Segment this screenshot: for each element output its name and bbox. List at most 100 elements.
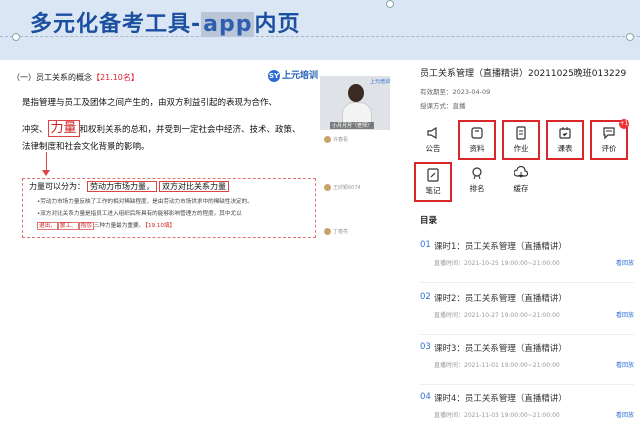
materials-icon	[471, 127, 483, 139]
slide-title: 多元化备考工具-app内页	[30, 6, 301, 38]
notes-icon	[427, 168, 439, 182]
divider	[420, 282, 634, 283]
bullet-relative-power: •双方对比关系力量是指员工进入组织后所具有的能够影响管理方的程度。其中尤以	[37, 211, 242, 217]
tool-label: 排名	[469, 184, 485, 193]
chat-item: 丁春亮	[324, 228, 348, 235]
tool-label: 作业	[513, 144, 529, 153]
announcement-icon	[427, 126, 437, 140]
tool-label: 评价	[601, 144, 617, 153]
brand-logo: SY 上元培训	[268, 68, 318, 82]
box-tag-labor-market: 劳动力市场力量，	[87, 181, 157, 192]
divider	[420, 384, 634, 385]
replay-button[interactable]: 看回放	[616, 360, 634, 369]
course-mode: 授课方式：直播	[420, 100, 466, 110]
tool-materials[interactable]: 资料	[458, 120, 496, 160]
slide-title-prefix: 多元化备考工具-	[30, 12, 202, 37]
lesson-time: 直播时间：2021-11-03 19:00:00~21:00:00	[434, 412, 560, 419]
review-icon	[603, 127, 615, 140]
homework-icon	[516, 126, 526, 140]
keyword-power: 力量	[47, 120, 80, 137]
tool-schedule[interactable]: 课表	[546, 120, 584, 160]
lesson-time: 直播时间：2021-10-25 19:00:00~21:00:00	[434, 260, 560, 267]
lesson-name: 课时4：员工关系管理（直播精讲）	[434, 394, 567, 404]
box-title-text: 力量可以分为：	[29, 182, 85, 191]
tool-announcement[interactable]: 公告	[414, 122, 452, 162]
teacher-camera[interactable]: 上元培训 小月月月（老师）	[320, 76, 390, 130]
tool-label: 笔记	[425, 186, 441, 195]
definition-text: 冲突、	[22, 125, 48, 135]
bullet-key-powers: 退出、 罢工、 抱怨 三种力量最为重要。【19.10填】	[37, 221, 176, 230]
mode-label: 授课方式：	[420, 102, 453, 110]
review-badge: +1	[619, 119, 629, 129]
lesson-item[interactable]: 01 课时1：员工关系管理（直播精讲） 直播时间：2021-10-25 19:0…	[420, 240, 636, 280]
power-types-title: 力量可以分为： 劳动力市场力量， 双方对比关系力量	[29, 181, 229, 192]
slide-header: 多元化备考工具-app内页	[0, 0, 640, 60]
lesson-item[interactable]: 03 课时3：员工关系管理（直播精讲） 直播时间：2021-11-01 19:0…	[420, 342, 636, 382]
definition-line-2: 冲突、 力量 和权利关系的总和，并受到一定社会中经济、技术、政策、	[22, 117, 301, 137]
mode-value: 直播	[452, 102, 466, 110]
selection-handle[interactable]	[386, 0, 394, 8]
power-types-box: 力量可以分为： 劳动力市场力量， 双方对比关系力量 •劳动力市场力量反映了工作的相对…	[22, 178, 316, 238]
lesson-time: 直播时间：2021-10-27 19:00:00~21:00:00	[434, 312, 560, 319]
chat-list: 许春看 王欣颖6074 丁春亮	[320, 132, 390, 252]
box-tag-relative-power: 双方对比关系力量	[159, 181, 229, 192]
video-screenshot-panel: （一）员工关系的概念【21.10名】 SY 上元培训 是指管理与员工及团体之间产生…	[0, 62, 390, 425]
camera-logo: 上元培训	[370, 79, 391, 85]
chat-user: 丁春亮	[333, 229, 349, 235]
teacher-avatar	[348, 84, 364, 102]
keyword-exit: 退出、	[37, 222, 58, 230]
lesson-name: 课时2：员工关系管理（直播精讲）	[434, 294, 567, 304]
course-validity: 有效期至：2023-04-09	[420, 86, 490, 96]
lesson-name: 课时3：员工关系管理（直播精讲）	[434, 344, 567, 354]
bullet-text: 三种力量最为重要。	[93, 223, 145, 229]
avatar	[324, 228, 331, 235]
chat-item: 许春看	[324, 136, 348, 143]
tool-cache[interactable]: 缓存	[502, 162, 540, 202]
course-title: 员工关系管理（直播精讲）20211025晚班013229	[420, 69, 627, 79]
avatar	[324, 136, 331, 143]
tool-ranking[interactable]: 排名	[458, 162, 496, 202]
lesson-item[interactable]: 02 课时2：员工关系管理（直播精讲） 直播时间：2021-10-27 19:0…	[420, 292, 636, 332]
lesson-time: 直播时间：2021-11-01 19:00:00~21:00:00	[434, 362, 560, 369]
lesson-heading: （一）员工关系的概念【21.10名】	[12, 72, 139, 83]
validity-value: 2023-04-09	[452, 88, 491, 96]
definition-text: 和权利关系的总和，并受到一定社会中经济、技术、政策、	[79, 125, 301, 135]
tool-notes[interactable]: 笔记	[414, 162, 452, 202]
replay-button[interactable]: 看回放	[616, 258, 634, 267]
lesson-heading-text: （一）员工关系的概念	[12, 73, 92, 82]
lesson-number: 03	[420, 342, 431, 352]
chat-item: 王欣颖6074	[324, 184, 361, 191]
slide-title-highlight: app	[201, 12, 255, 37]
tool-label: 资料	[469, 144, 485, 153]
ranking-icon	[472, 167, 482, 180]
lesson-number: 01	[420, 240, 431, 250]
toc-label: 目录	[420, 216, 438, 226]
schedule-icon	[559, 127, 571, 139]
keyword-complaint: 抱怨	[78, 222, 94, 230]
tool-label: 公告	[425, 144, 441, 153]
lesson-number: 02	[420, 292, 431, 302]
definition-line-1: 是指管理与员工及团体之间产生的，由双方利益引起的表现为合作、	[22, 98, 278, 108]
validity-label: 有效期至：	[420, 88, 453, 96]
selection-handle[interactable]	[12, 33, 20, 41]
bullet-tag: 【19.10填】	[145, 223, 176, 229]
replay-button[interactable]: 看回放	[616, 410, 634, 419]
definition-line-3: 法律制度和社会文化背景的影响。	[22, 142, 150, 152]
slide-title-suffix: 内页	[254, 12, 301, 37]
course-detail-panel: 员工关系管理（直播精讲）20211025晚班013229 有效期至：2023-0…	[410, 62, 640, 425]
chat-user: 王欣颖6074	[333, 185, 361, 191]
teacher-name: 小月月月（老师）	[330, 122, 375, 129]
lesson-item[interactable]: 04 课时4：员工关系管理（直播精讲） 直播时间：2021-11-03 19:0…	[420, 392, 636, 432]
lesson-number: 04	[420, 392, 431, 402]
selection-handle[interactable]	[626, 33, 634, 41]
lesson-heading-tag: 【21.10名】	[92, 73, 139, 82]
divider	[420, 334, 634, 335]
cache-icon	[514, 166, 528, 178]
tool-label: 缓存	[513, 184, 529, 193]
avatar	[324, 184, 331, 191]
tool-review[interactable]: 评价 +1	[590, 119, 629, 160]
arrow-down-icon	[42, 170, 50, 176]
replay-button[interactable]: 看回放	[616, 310, 634, 319]
tool-homework[interactable]: 作业	[502, 120, 540, 160]
chat-user: 许春看	[333, 137, 349, 143]
